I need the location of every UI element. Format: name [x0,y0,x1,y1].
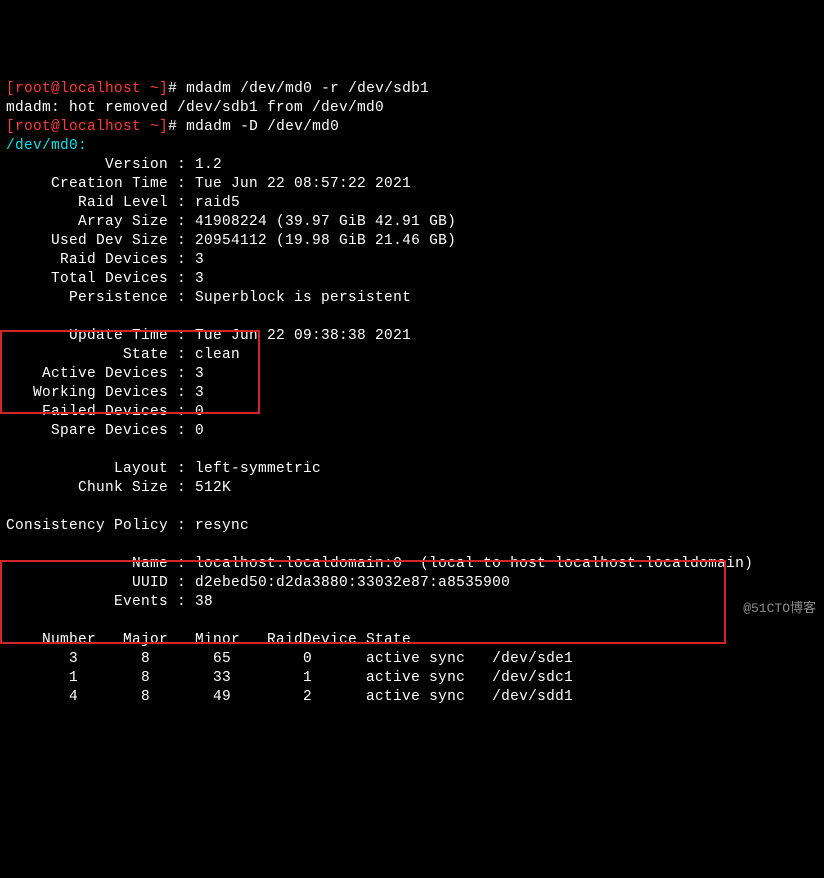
field-total-devices: Total Devices : 3 [6,271,204,287]
prompt-line-1[interactable]: [root@localhost ~]# mdadm /dev/md0 -r /d… [6,81,429,97]
field-creation-time: Creation Time : Tue Jun 22 08:57:22 2021 [6,176,411,192]
field-consistency-policy: Consistency Policy : resync [6,518,249,534]
table-row: 1 8 33 1 active sync /dev/sdc1 [6,670,573,686]
field-active-devices: Active Devices : 3 [6,366,204,382]
field-version: Version : 1.2 [6,157,222,173]
field-used-dev-size: Used Dev Size : 20954112 (19.98 GiB 21.4… [6,233,456,249]
field-update-time: Update Time : Tue Jun 22 09:38:38 2021 [6,328,411,344]
field-failed-devices: Failed Devices : 0 [6,404,204,420]
table-row: 4 8 49 2 active sync /dev/sdd1 [6,689,573,705]
prompt-open-bracket: [ [6,81,15,97]
prompt-open-bracket: [ [6,119,15,135]
field-array-size: Array Size : 41908224 (39.97 GiB 42.91 G… [6,214,456,230]
field-raid-devices: Raid Devices : 3 [6,252,204,268]
field-layout: Layout : left-symmetric [6,461,321,477]
watermark-text: @51CTO博客 [743,599,816,618]
field-uuid: UUID : d2ebed50:d2da3880:33032e87:a85359… [6,575,510,591]
field-name: Name : localhost.localdomain:0 (local to… [6,556,753,572]
command-text: mdadm /dev/md0 -r /dev/sdb1 [177,81,429,97]
prompt-user-host: root@localhost ~ [15,81,159,97]
table-row: 3 8 65 0 active sync /dev/sde1 [6,651,573,667]
field-chunk-size: Chunk Size : 512K [6,480,231,496]
prompt-user-host: root@localhost ~ [15,119,159,135]
prompt-hash: # [168,119,177,135]
field-spare-devices: Spare Devices : 0 [6,423,204,439]
field-state: State : clean [6,347,240,363]
prompt-hash: # [168,81,177,97]
command-text: mdadm -D /dev/md0 [177,119,339,135]
prompt-close-bracket: ] [159,81,168,97]
field-persistence: Persistence : Superblock is persistent [6,290,411,306]
field-working-devices: Working Devices : 3 [6,385,204,401]
field-raid-level: Raid Level : raid5 [6,195,240,211]
prompt-close-bracket: ] [159,119,168,135]
output-line: mdadm: hot removed /dev/sdb1 from /dev/m… [6,100,384,116]
device-header: /dev/md0: [6,138,87,154]
device-table-header: Number Major Minor RaidDevice State [6,632,411,648]
terminal-output: [root@localhost ~]# mdadm /dev/md0 -r /d… [6,80,818,707]
field-events: Events : 38 [6,594,213,610]
prompt-line-2[interactable]: [root@localhost ~]# mdadm -D /dev/md0 [6,119,339,135]
